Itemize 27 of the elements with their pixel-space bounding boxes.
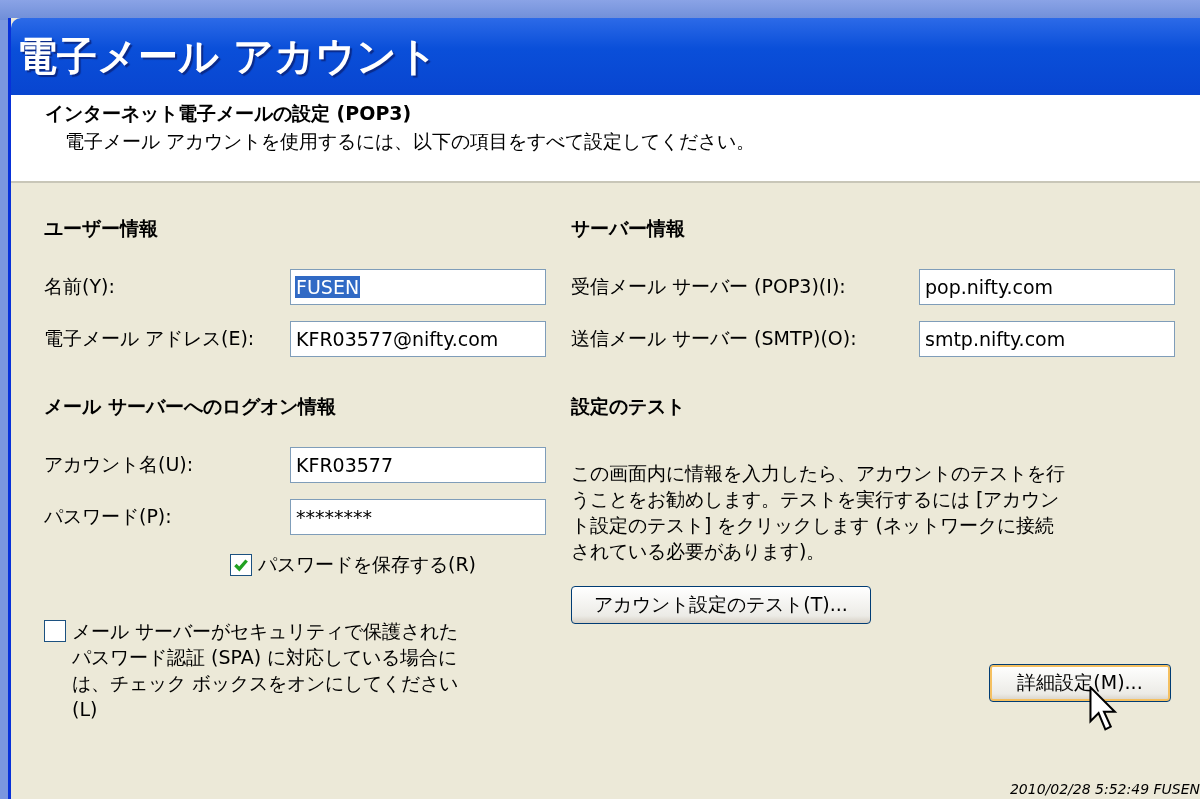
checkbox[interactable] xyxy=(44,620,66,642)
section-heading: 設定のテスト xyxy=(571,394,686,419)
field-label: 受信メール サーバー (POP3)(I): xyxy=(571,274,847,299)
field-label: アカウント名(U): xyxy=(44,452,195,477)
header-subtitle: 電子メール アカウントを使用するには、以下の項目をすべて設定してください。 xyxy=(65,129,757,154)
section-heading: メール サーバーへのログオン情報 xyxy=(44,394,337,419)
input-field[interactable]: smtp.nifty.com xyxy=(919,321,1175,357)
more-settings-button[interactable]: 詳細設定(M)... xyxy=(989,664,1171,702)
section-heading: サーバー情報 xyxy=(571,216,686,241)
input-field[interactable]: KFR03577 xyxy=(290,447,546,483)
checkbox-label: パスワードを保存する(R) xyxy=(258,552,477,577)
field-label: 送信メール サーバー (SMTP)(O): xyxy=(571,326,858,351)
input-field[interactable]: KFR03577@nifty.com xyxy=(290,321,546,357)
input-field[interactable]: ******** xyxy=(290,499,546,535)
field-label: 名前(Y): xyxy=(44,274,116,299)
input-field[interactable]: FUSEN xyxy=(290,269,546,305)
checkbox-label: メール サーバーがセキュリティで保護されたパスワード認証 (SPA) に対応している場合には、チェック ボックスをオンにしてください(L) xyxy=(72,619,460,722)
header-title: インターネット電子メールの設定 (POP3) xyxy=(45,101,413,126)
section-heading: ユーザー情報 xyxy=(44,216,159,241)
checkbox[interactable] xyxy=(230,554,252,576)
capture-timestamp: 2010/02/28 5:52:49 FUSEN xyxy=(1009,781,1200,797)
test-settings-button[interactable]: アカウント設定のテスト(T)... xyxy=(571,586,871,624)
field-label: 電子メール アドレス(E): xyxy=(44,326,256,351)
test-description: この画面内に情報を入力したら、アカウントのテストを行うことをお勧めします。テストを実行するには [アカウント設定のテスト] をクリックします (ネットワークに接続されている必要があります)。 xyxy=(571,461,1066,564)
input-field[interactable]: pop.nifty.com xyxy=(919,269,1175,305)
field-label: パスワード(P): xyxy=(44,504,173,529)
window-title: 電子メール アカウント xyxy=(17,32,438,81)
